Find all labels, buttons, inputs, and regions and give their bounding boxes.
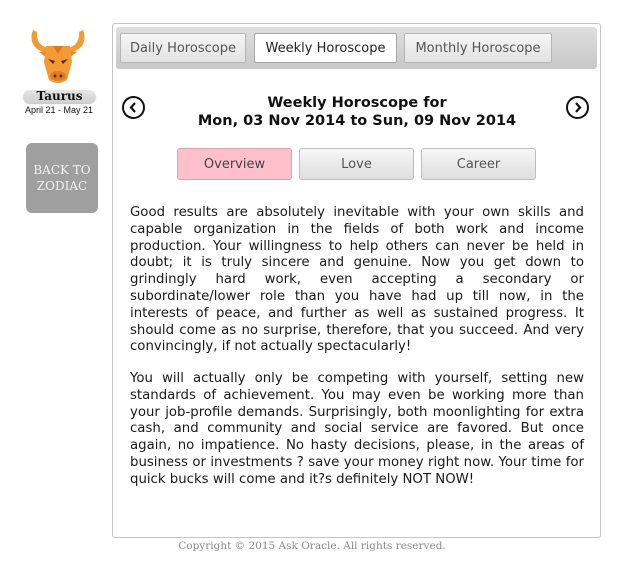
tab-label: Weekly Horoscope	[265, 40, 386, 56]
subtab-label: Career	[456, 156, 501, 172]
subtab-overview[interactable]: Overview	[177, 148, 292, 180]
page-title: Weekly Horoscope for Mon, 03 Nov 2014 to…	[153, 94, 561, 130]
sign-date-range: April 21 - May 21	[24, 105, 94, 115]
subtab-love[interactable]: Love	[299, 148, 414, 180]
previous-week-button[interactable]	[122, 96, 145, 119]
subtab-label: Overview	[203, 156, 266, 172]
horoscope-paragraph: Good results are absolutely inevitable w…	[130, 205, 584, 355]
tab-daily-horoscope[interactable]: Daily Horoscope	[120, 33, 246, 63]
tab-weekly-horoscope[interactable]: Weekly Horoscope	[254, 33, 397, 63]
sign-name: Taurus	[23, 89, 96, 103]
chevron-right-icon	[575, 102, 582, 113]
period-tab-bar: Daily Horoscope Weekly Horoscope Monthly…	[116, 27, 597, 69]
tab-label: Daily Horoscope	[130, 40, 236, 56]
horoscope-paragraph: You will actually only be competing with…	[130, 371, 584, 487]
heading-line-1: Weekly Horoscope for	[267, 95, 447, 111]
chevron-left-icon	[129, 102, 136, 113]
subtab-career[interactable]: Career	[421, 148, 536, 180]
back-to-zodiac-button[interactable]: BACK TO ZODIAC	[26, 143, 98, 213]
horoscope-panel: Daily Horoscope Weekly Horoscope Monthly…	[112, 23, 601, 538]
tab-label: Monthly Horoscope	[415, 40, 541, 56]
heading-date-range: Mon, 03 Nov 2014 to Sun, 09 Nov 2014	[197, 113, 517, 129]
tab-monthly-horoscope[interactable]: Monthly Horoscope	[404, 33, 552, 63]
taurus-bull-icon	[27, 26, 89, 88]
subtab-label: Love	[341, 156, 372, 172]
copyright-footer: Copyright © 2015 Ask Oracle. All rights …	[178, 540, 446, 552]
back-to-zodiac-label: BACK TO ZODIAC	[33, 163, 91, 193]
next-week-button[interactable]	[566, 96, 589, 119]
